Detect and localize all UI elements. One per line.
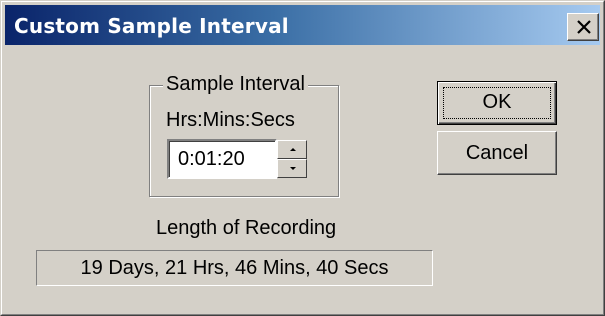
arrow-up-icon <box>290 148 296 151</box>
recording-length-label: Length of Recording <box>156 217 337 239</box>
sample-interval-input[interactable] <box>167 139 277 179</box>
title-bar[interactable]: Custom Sample Interval <box>5 5 600 45</box>
close-icon <box>577 20 591 34</box>
spin-down-button[interactable] <box>277 159 307 178</box>
time-format-label: Hrs:Mins:Secs <box>166 109 295 131</box>
sample-interval-spinner <box>277 140 307 178</box>
dialog-title: Custom Sample Interval <box>14 14 289 38</box>
sample-interval-group-label: Sample Interval <box>163 73 308 96</box>
ok-button[interactable]: OK <box>437 81 557 125</box>
cancel-button[interactable]: Cancel <box>437 131 557 175</box>
spin-up-button[interactable] <box>277 140 307 159</box>
close-button[interactable] <box>567 13 599 41</box>
ok-button-label: OK <box>482 90 512 113</box>
recording-length-value: 19 Days, 21 Hrs, 46 Mins, 40 Secs <box>36 250 433 286</box>
dialog-window: Custom Sample Interval Sample Interval H… <box>0 0 605 316</box>
arrow-down-icon <box>290 167 296 170</box>
